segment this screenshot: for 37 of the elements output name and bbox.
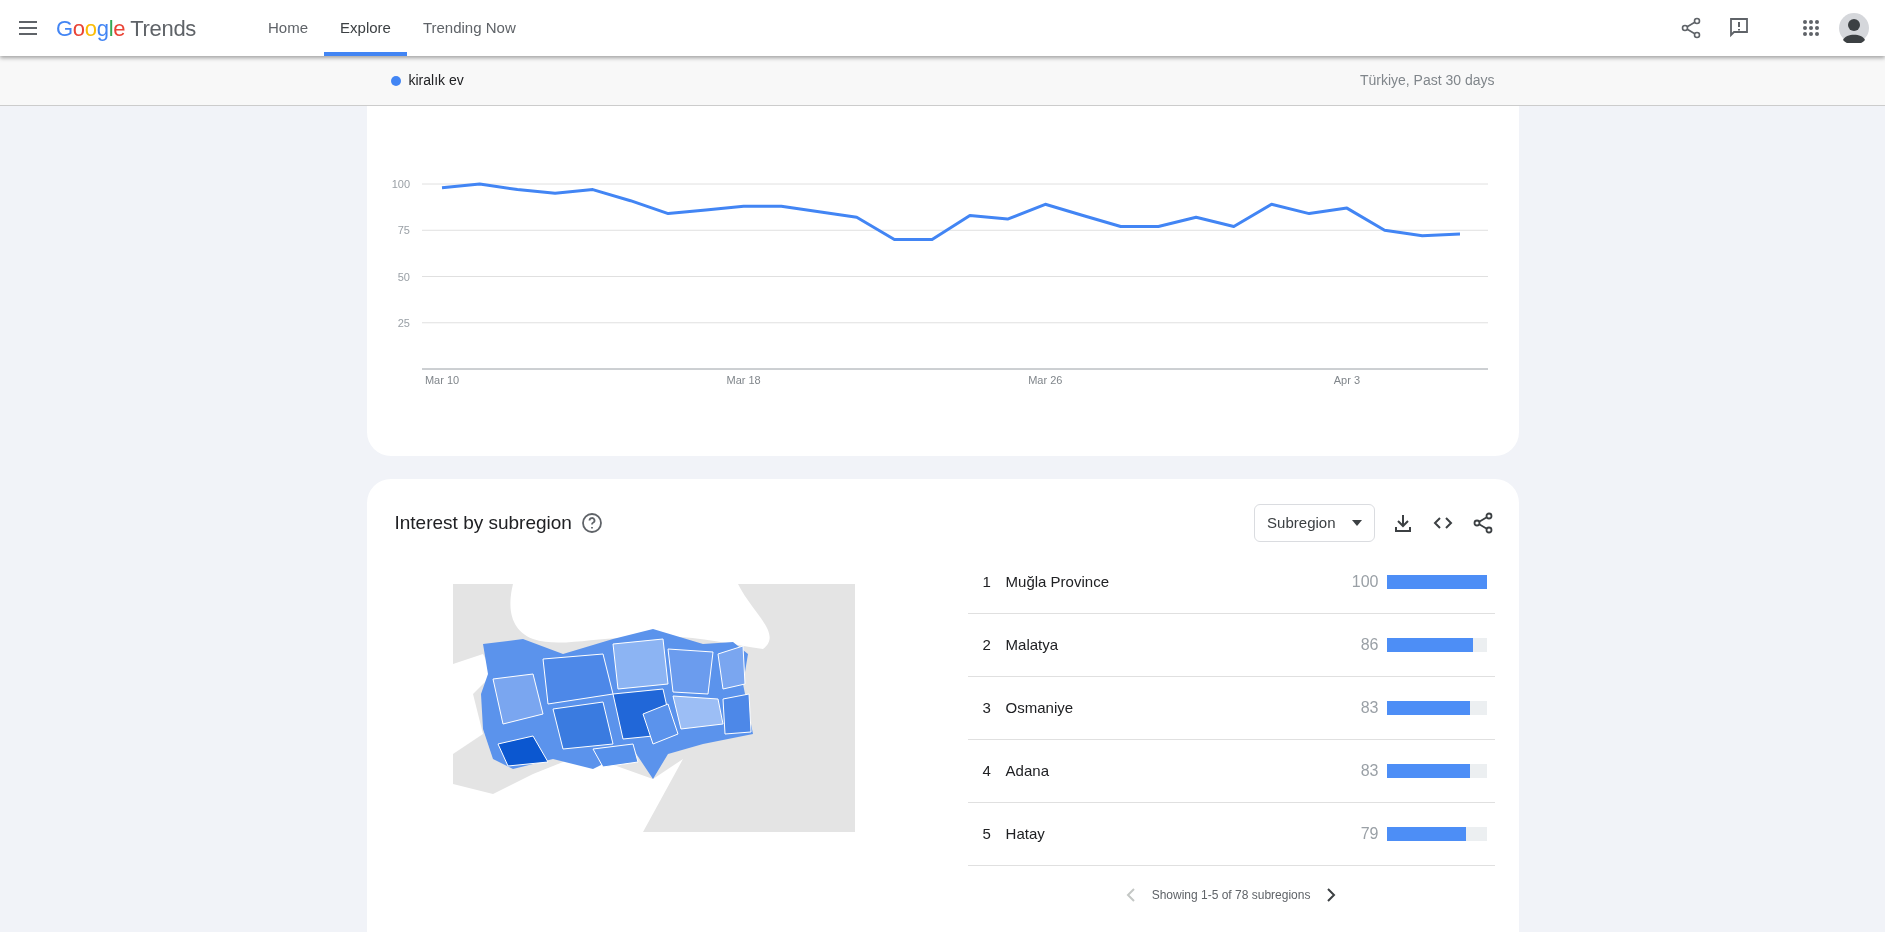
interest-value: 83 [1359,761,1379,781]
y-tick-label: 25 [397,316,410,329]
rank-number: 3 [981,697,992,718]
x-tick-label: Mar 18 [726,374,761,386]
x-tick-label: Mar 26 [1027,374,1062,386]
feedback-icon[interactable] [1727,16,1751,40]
scope-label[interactable]: Türkiye, Past 30 days [1359,70,1495,91]
logo[interactable]: Google Trends [56,11,196,45]
avatar[interactable] [1839,13,1869,43]
rank-number: 5 [981,823,992,844]
help-icon[interactable] [579,511,604,535]
rank-number: 4 [981,760,992,781]
rank-number: 2 [981,634,992,655]
interest-value: 83 [1359,698,1379,718]
region-name[interactable]: Hatay [1005,822,1289,846]
share-icon[interactable] [1679,16,1703,40]
rank-number: 1 [981,571,992,592]
nav-tab[interactable]: Trending Now [406,0,532,56]
search-term[interactable]: kiralık ev [408,70,464,91]
region-name[interactable]: Muğla Province [1005,570,1289,594]
y-tick-label: 50 [397,270,410,283]
region-name[interactable]: Adana [1005,759,1289,783]
region-name[interactable]: Malatya [1005,633,1289,657]
x-tick-label: Mar 10 [424,374,459,386]
x-tick-label: Apr 3 [1333,374,1360,386]
pagination-label: Showing 1-5 of 78 subregions [1151,887,1311,904]
region-name[interactable]: Osmaniye [1005,696,1289,720]
next-page-icon[interactable] [1326,888,1337,902]
nav-tab[interactable]: Home [252,0,325,56]
y-tick-label: 75 [397,224,410,237]
interest-value: 86 [1359,635,1379,655]
interest-value: 100 [1350,572,1379,592]
interest-value: 79 [1359,824,1379,844]
region-dropdown[interactable]: Subregion [1254,504,1375,542]
y-tick-label: 100 [391,178,410,190]
section-title: Interest by subregion [394,510,572,535]
caret-icon [1351,520,1362,526]
